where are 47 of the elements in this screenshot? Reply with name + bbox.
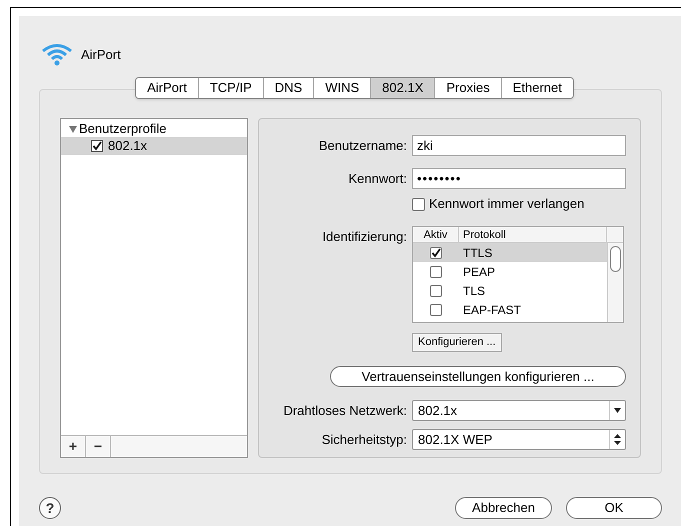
checkbox[interactable] — [430, 304, 442, 316]
profile-item[interactable]: 802.1x — [61, 137, 247, 155]
protocol-row[interactable]: TTLS — [413, 243, 607, 262]
trust-settings-button[interactable]: Vertrauenseinstellungen konfigurieren ... — [330, 366, 626, 387]
disclosure-triangle-icon[interactable] — [69, 126, 77, 132]
cancel-button[interactable]: Abbrechen — [455, 497, 552, 519]
password-field[interactable]: •••••••• — [412, 168, 626, 189]
add-button[interactable]: + — [61, 436, 86, 457]
scroll-thumb[interactable] — [610, 246, 621, 272]
protocol-row[interactable]: PEAP — [413, 262, 607, 281]
tab[interactable]: DNS — [262, 78, 314, 98]
tab[interactable]: 802.1X — [370, 78, 434, 98]
checkbox[interactable] — [430, 246, 442, 258]
tab[interactable]: TCP/IP — [198, 78, 263, 98]
help-button[interactable]: ? — [39, 497, 61, 519]
tab[interactable]: AirPort — [136, 78, 198, 98]
ok-button[interactable]: OK — [566, 497, 662, 519]
protocol-row[interactable]: TLS — [413, 281, 607, 300]
column-header: Protokoll — [459, 227, 607, 242]
protocol-row[interactable]: EAP-FAST — [413, 300, 607, 319]
tab[interactable]: Ethernet — [500, 78, 573, 98]
checkbox-label[interactable]: Kennwort immer verlangen — [429, 194, 584, 214]
column-header: Aktiv — [413, 227, 459, 242]
remove-button[interactable]: − — [86, 436, 111, 457]
configure-button[interactable]: Konfigurieren ... — [412, 332, 502, 352]
field-label: Benutzername: — [318, 136, 407, 155]
protocol-name: TTLS — [462, 244, 492, 262]
checkbox[interactable] — [430, 284, 442, 296]
field-label: Drahtloses Netzwerk: — [282, 402, 407, 420]
window-title: AirPort — [81, 46, 121, 64]
checkbox[interactable] — [412, 198, 425, 210]
protocol-name: EAP-FAST — [462, 302, 522, 318]
wifi-icon — [41, 43, 73, 67]
tab[interactable]: WINS — [313, 78, 370, 98]
field-label: Sicherheitstyp: — [320, 430, 407, 449]
checkbox[interactable] — [430, 266, 442, 278]
scrollbar[interactable] — [607, 243, 623, 322]
security-dropdown[interactable]: 802.1X WEP — [412, 428, 626, 450]
field-label: Identifizierung: — [321, 228, 407, 246]
checkbox[interactable] — [91, 140, 103, 152]
tree-group-label: Benutzerprofile — [79, 120, 166, 138]
tab[interactable]: Proxies — [434, 78, 501, 98]
protocol-name: TLS — [462, 282, 486, 300]
protocol-name: PEAP — [462, 264, 496, 280]
field-label: Kennwort: — [347, 170, 407, 188]
username-field[interactable]: zki — [412, 135, 626, 156]
network-dropdown[interactable]: 802.1x — [412, 400, 626, 421]
